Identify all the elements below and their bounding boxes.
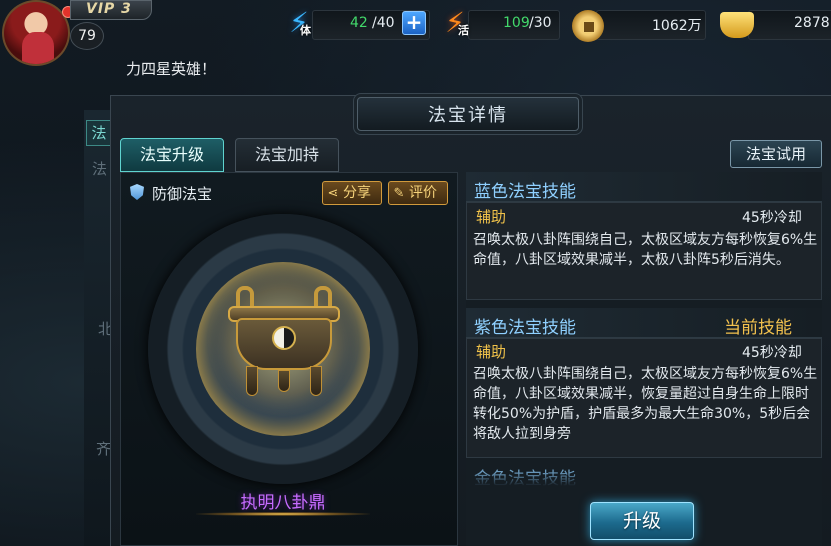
- review-button[interactable]: ✎ 评价: [388, 181, 448, 205]
- skill-title-blue: 蓝色法宝技能: [474, 182, 576, 202]
- panel-title: 法宝详情: [428, 105, 508, 126]
- artifact-name: 执明八卦鼎: [240, 493, 326, 513]
- tab-artifact-upgrade[interactable]: 法宝升级: [120, 138, 224, 172]
- skill-type-purple: 辅助: [476, 343, 507, 361]
- tab-artifact-enhance[interactable]: 法宝加持: [235, 138, 339, 172]
- stamina-icon-label: 体: [300, 24, 311, 37]
- skill-desc-purple: 召唤太极八卦阵围绕自己，太极区域友方每秒恢复6%生命值，八卦区域效果减半，恢复量…: [473, 366, 818, 442]
- share-icon: ⋖: [327, 186, 339, 201]
- vigor-max: /30: [529, 15, 552, 31]
- background-glyph: 齐: [96, 440, 112, 458]
- announcement-ticker: 力四星英雄！: [126, 60, 217, 78]
- artifact-trial-button[interactable]: 法宝试用: [730, 140, 822, 168]
- cauldron-leg: [278, 370, 290, 392]
- vigor-icon-label: 活: [458, 24, 469, 37]
- edit-icon: ✎: [393, 186, 405, 201]
- skill-title-purple: 紫色法宝技能: [474, 318, 576, 338]
- coin-icon: [572, 10, 604, 42]
- vigor-current: 109: [503, 15, 530, 31]
- share-label: 分享: [343, 185, 371, 201]
- artifact-name-glow: [196, 512, 370, 516]
- share-button[interactable]: ⋖ 分享: [322, 181, 382, 205]
- artifact-type-label: 防御法宝: [152, 185, 213, 203]
- stamina-max: /40: [372, 15, 395, 31]
- skill-type-blue: 辅助: [476, 208, 507, 226]
- skill-cooldown-purple: 45秒冷却: [742, 345, 802, 361]
- skill-desc-blue: 召唤太极八卦阵围绕自己，太极区域友方每秒恢复6%生命值，八卦区域效果减半，太极八…: [473, 232, 818, 268]
- vip-label: VIP 3: [86, 1, 132, 17]
- current-skill-tag: 当前技能: [724, 318, 792, 338]
- ingot-value: 2878: [794, 15, 830, 31]
- add-stamina-button[interactable]: +: [402, 11, 426, 35]
- review-label: 评价: [409, 185, 437, 201]
- scroll-fade: [466, 472, 822, 486]
- ingot-icon: [720, 12, 754, 38]
- background-tab-glyph: 法: [86, 120, 112, 146]
- cauldron-leg: [310, 366, 322, 396]
- coin-value: 1062万: [652, 18, 702, 34]
- upgrade-button[interactable]: 升级: [590, 502, 694, 540]
- player-avatar[interactable]: [2, 0, 70, 66]
- taiji-icon: [272, 326, 296, 350]
- player-level: 79: [70, 22, 104, 50]
- top-hud: VIP 3 79 ⚡ 体 42 /40 + ⚡ 活 109 /30 1062万 …: [0, 0, 831, 66]
- background-glyph: 法: [92, 160, 108, 178]
- cauldron-leg: [246, 366, 258, 396]
- skill-cooldown-blue: 45秒冷却: [742, 210, 802, 226]
- stamina-current: 42: [350, 15, 368, 31]
